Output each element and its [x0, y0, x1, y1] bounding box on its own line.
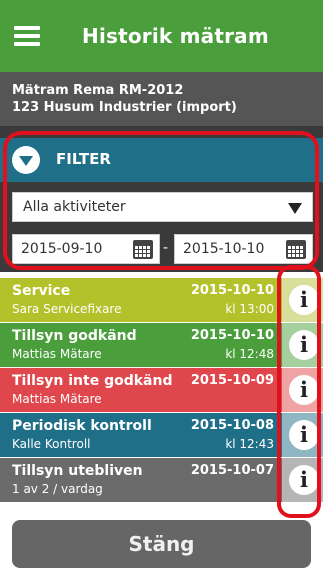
activity-time: kl 12:43: [225, 437, 274, 451]
activity-date: 2015-10-10: [190, 328, 274, 343]
info-cell: i: [282, 278, 323, 322]
dropdown-arrow-icon: [288, 203, 302, 214]
info-icon[interactable]: i: [289, 420, 319, 450]
activity-time: kl 13:00: [225, 302, 274, 316]
activity-person: Mattias Mätare: [12, 347, 102, 361]
info-cell: i: [282, 323, 323, 367]
activity-person: Sara Servicefixare: [12, 302, 122, 316]
calendar-icon[interactable]: [133, 240, 153, 259]
info-cell: i: [282, 368, 323, 412]
info-cell: i: [282, 413, 323, 457]
date-from-value: 2015-09-10: [21, 241, 103, 257]
info-icon[interactable]: i: [289, 465, 319, 495]
activity-title: Service: [12, 283, 71, 299]
info-icon[interactable]: i: [289, 375, 319, 405]
filter-header[interactable]: FILTER: [0, 138, 323, 182]
date-from-field[interactable]: 2015-09-10: [12, 234, 160, 264]
activity-date: 2015-10-07: [190, 463, 274, 478]
date-to-value: 2015-10-10: [183, 241, 265, 257]
device-name: Mätram Rema RM-2012: [12, 83, 184, 98]
page-title: Historik mätram: [82, 24, 269, 48]
list-item[interactable]: Periodisk kontroll Kalle Kontroll 2015-1…: [0, 413, 282, 457]
activity-title: Tillsyn inte godkänd: [12, 373, 173, 389]
activity-person: 1 av 2 / vardag: [12, 482, 103, 496]
activity-person: Kalle Kontroll: [12, 437, 91, 451]
filter-label: FILTER: [56, 150, 111, 168]
filter-panel: FILTER Alla aktiviteter 2015-09-10 - 201…: [0, 126, 323, 272]
activity-time: kl 12:48: [225, 347, 274, 361]
list-item[interactable]: Tillsyn godkänd Mattias Mätare 2015-10-1…: [0, 323, 282, 367]
activity-select[interactable]: Alla aktiviteter: [12, 192, 313, 222]
info-icon[interactable]: i: [289, 330, 319, 360]
chevron-down-icon[interactable]: [12, 146, 40, 174]
activity-date: 2015-10-09: [190, 373, 274, 388]
activity-title: Tillsyn utebliven: [12, 463, 143, 479]
device-owner: 123 Husum Industrier (import): [12, 100, 237, 115]
date-to-field[interactable]: 2015-10-10: [174, 234, 313, 264]
activity-title: Tillsyn godkänd: [12, 328, 137, 344]
activity-person: Mattias Mätare: [12, 392, 102, 406]
date-separator: -: [163, 240, 169, 256]
info-cell: i: [282, 458, 323, 502]
list-item[interactable]: Service Sara Servicefixare 2015-10-10 kl…: [0, 278, 282, 322]
hamburger-menu-icon[interactable]: [14, 26, 40, 46]
activity-date: 2015-10-08: [190, 418, 274, 433]
app-header: Historik mätram: [0, 0, 323, 72]
info-icon[interactable]: i: [289, 285, 319, 315]
list-item[interactable]: Tillsyn inte godkänd Mattias Mätare 2015…: [0, 368, 282, 412]
activity-date: 2015-10-10: [190, 283, 274, 298]
activity-select-value: Alla aktiviteter: [23, 199, 126, 215]
calendar-icon[interactable]: [286, 240, 306, 259]
close-button[interactable]: Stäng: [12, 520, 311, 568]
device-info: Mätram Rema RM-2012 123 Husum Industrier…: [0, 72, 323, 126]
activity-title: Periodisk kontroll: [12, 418, 152, 434]
list-item[interactable]: Tillsyn utebliven 1 av 2 / vardag 2015-1…: [0, 458, 282, 502]
